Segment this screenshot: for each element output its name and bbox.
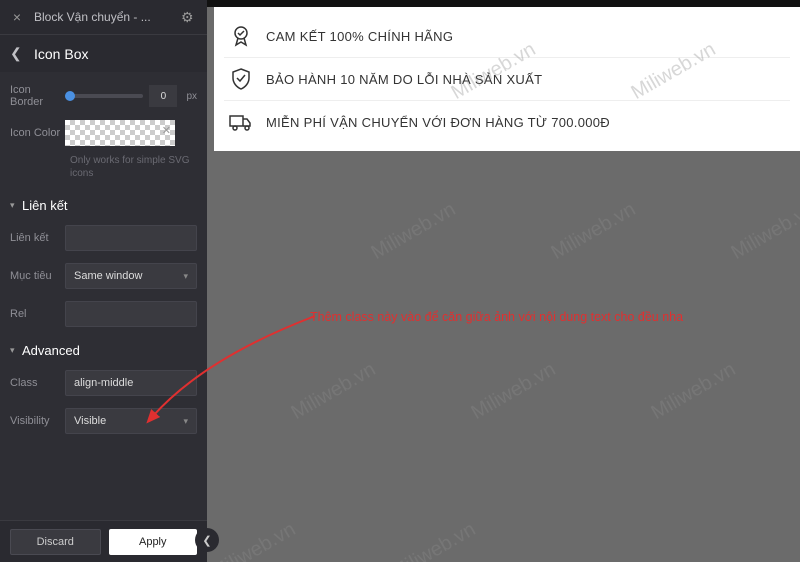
- feature-row: CAM KẾT 100% CHÍNH HÃNG: [224, 15, 790, 58]
- class-input[interactable]: align-middle: [65, 370, 197, 396]
- icon-color-label: Icon Color: [10, 127, 65, 139]
- target-label: Mục tiêu: [10, 270, 65, 282]
- back-icon[interactable]: ❮: [10, 45, 28, 62]
- visibility-select[interactable]: Visible: [65, 408, 197, 434]
- collapse-sidebar-icon[interactable]: ❮: [195, 528, 219, 552]
- section-advanced[interactable]: ▾Advanced: [0, 333, 207, 364]
- shield-icon: [228, 66, 254, 92]
- rel-label: Rel: [10, 308, 65, 320]
- icon-border-value[interactable]: 0: [149, 85, 177, 107]
- apply-button[interactable]: Apply: [109, 529, 198, 555]
- icon-border-unit: px: [183, 91, 197, 102]
- visibility-label: Visibility: [10, 415, 65, 427]
- discard-button[interactable]: Discard: [10, 529, 101, 555]
- icon-color-hint: Only works for simple SVG icons: [0, 152, 207, 188]
- content-card: CAM KẾT 100% CHÍNH HÃNG BẢO HÀNH 10 NĂM …: [214, 7, 800, 151]
- panel-title: Icon Box: [28, 46, 88, 62]
- gear-icon[interactable]: ⚙: [181, 9, 199, 26]
- class-label: Class: [10, 377, 65, 389]
- feature-text: MIỄN PHÍ VẬN CHUYỂN VỚI ĐƠN HÀNG TỪ 700.…: [266, 115, 610, 130]
- icon-border-label: Icon Border: [10, 84, 65, 108]
- settings-sidebar: Icon Border 0 px Icon Color Only works f…: [0, 72, 207, 520]
- rel-input[interactable]: [65, 301, 197, 327]
- block-title: Block Vận chuyển - ...: [26, 10, 181, 24]
- target-select[interactable]: Same window: [65, 263, 197, 289]
- preview-canvas: CAM KẾT 100% CHÍNH HÃNG BẢO HÀNH 10 NĂM …: [207, 0, 800, 562]
- link-label: Liên kết: [10, 232, 65, 244]
- close-icon[interactable]: ×: [8, 9, 26, 25]
- icon-color-swatch[interactable]: [65, 120, 175, 146]
- feature-row: MIỄN PHÍ VẬN CHUYỂN VỚI ĐƠN HÀNG TỪ 700.…: [224, 101, 790, 143]
- icon-border-slider[interactable]: [65, 94, 143, 98]
- feature-text: CAM KẾT 100% CHÍNH HÃNG: [266, 29, 453, 44]
- annotation-text: Thêm class này vào để căn giữa ảnh với n…: [310, 310, 683, 324]
- link-input[interactable]: [65, 225, 197, 251]
- section-link[interactable]: ▾Liên kết: [0, 188, 207, 219]
- truck-icon: [228, 109, 254, 135]
- feature-text: BẢO HÀNH 10 NĂM DO LỖI NHÀ SẢN XUẤT: [266, 72, 542, 87]
- feature-row: BẢO HÀNH 10 NĂM DO LỖI NHÀ SẢN XUẤT: [224, 58, 790, 101]
- badge-icon: [228, 23, 254, 49]
